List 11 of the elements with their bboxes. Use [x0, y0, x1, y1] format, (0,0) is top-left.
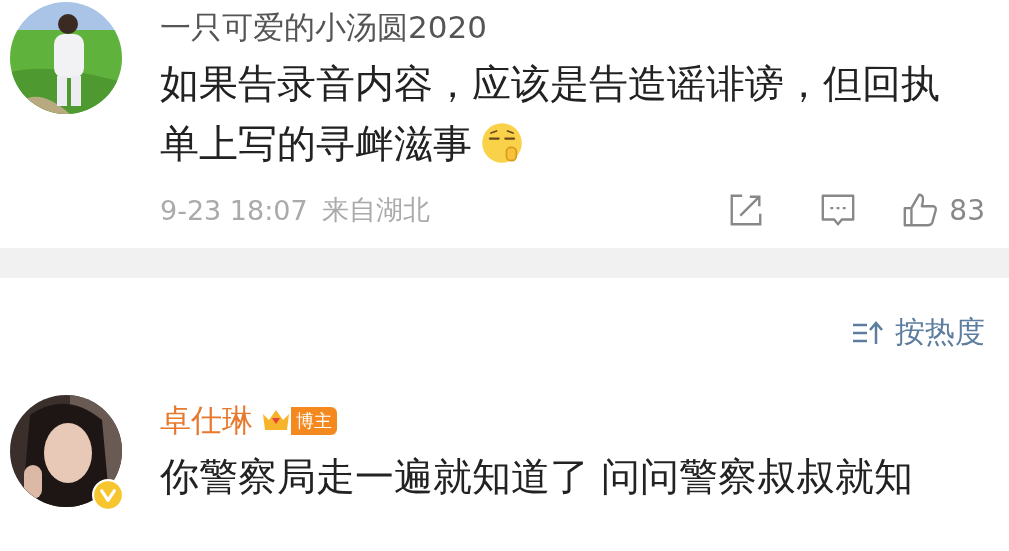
comment-time: 9-23 18:07 [160, 194, 308, 226]
like-count: 83 [949, 193, 985, 227]
comment-text: 如果告录音内容，应该是告造谣诽谤，但回执单上写的寻衅滋事 [160, 61, 940, 166]
sort-button[interactable]: 按热度 [851, 312, 985, 353]
sort-icon [851, 319, 885, 346]
comment-location: 来自湖北 [321, 193, 430, 227]
username[interactable]: 卓仕琳 [160, 400, 253, 442]
like-icon[interactable] [901, 191, 940, 229]
comment-text: 你警察局走一遍就知道了 问问警察叔叔就知 [160, 454, 914, 499]
username[interactable]: 一只可爱的小汤圆2020 [160, 7, 487, 49]
badge-label: 博主 [291, 407, 337, 435]
